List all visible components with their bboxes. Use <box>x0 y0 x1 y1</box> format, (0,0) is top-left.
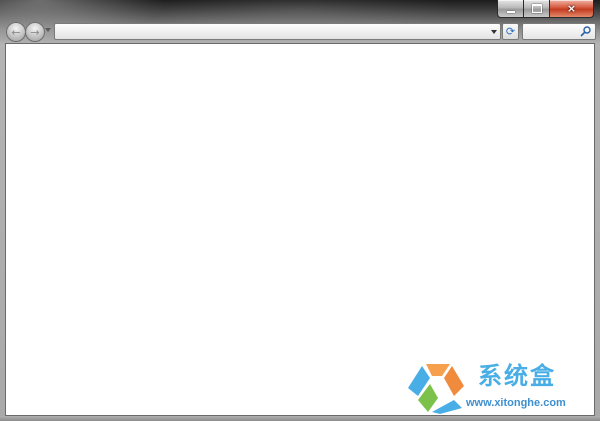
watermark-url: www.xitonghe.com <box>466 397 566 409</box>
address-bar[interactable] <box>54 23 501 40</box>
watermark-title: 系统盒 <box>478 362 556 390</box>
close-icon: × <box>566 2 577 15</box>
back-button[interactable]: ← <box>6 22 26 42</box>
browser-window: × ← → ⟳ 系统盒 www.xitonghe.com <box>0 0 600 421</box>
minimize-icon <box>506 10 515 13</box>
caption-buttons: × <box>497 0 594 18</box>
search-input[interactable] <box>526 24 581 39</box>
recent-pages-dropdown-icon[interactable] <box>45 28 51 32</box>
xitonghe-logo-icon <box>408 364 464 414</box>
maximize-icon <box>531 4 542 13</box>
forward-button[interactable]: → <box>25 22 45 42</box>
maximize-button[interactable] <box>524 0 550 18</box>
minimize-button[interactable] <box>497 0 524 18</box>
refresh-button[interactable]: ⟳ <box>502 23 519 40</box>
address-input[interactable] <box>58 24 478 39</box>
watermark: 系统盒 www.xitonghe.com <box>404 358 594 416</box>
search-box[interactable] <box>522 23 596 40</box>
address-dropdown-icon[interactable] <box>491 30 497 34</box>
forward-arrow-icon: → <box>30 25 40 39</box>
back-arrow-icon: ← <box>11 25 21 39</box>
search-icon[interactable] <box>580 25 592 37</box>
close-button[interactable]: × <box>550 0 594 18</box>
window-bottom-border <box>0 416 600 421</box>
refresh-icon: ⟳ <box>505 25 516 38</box>
